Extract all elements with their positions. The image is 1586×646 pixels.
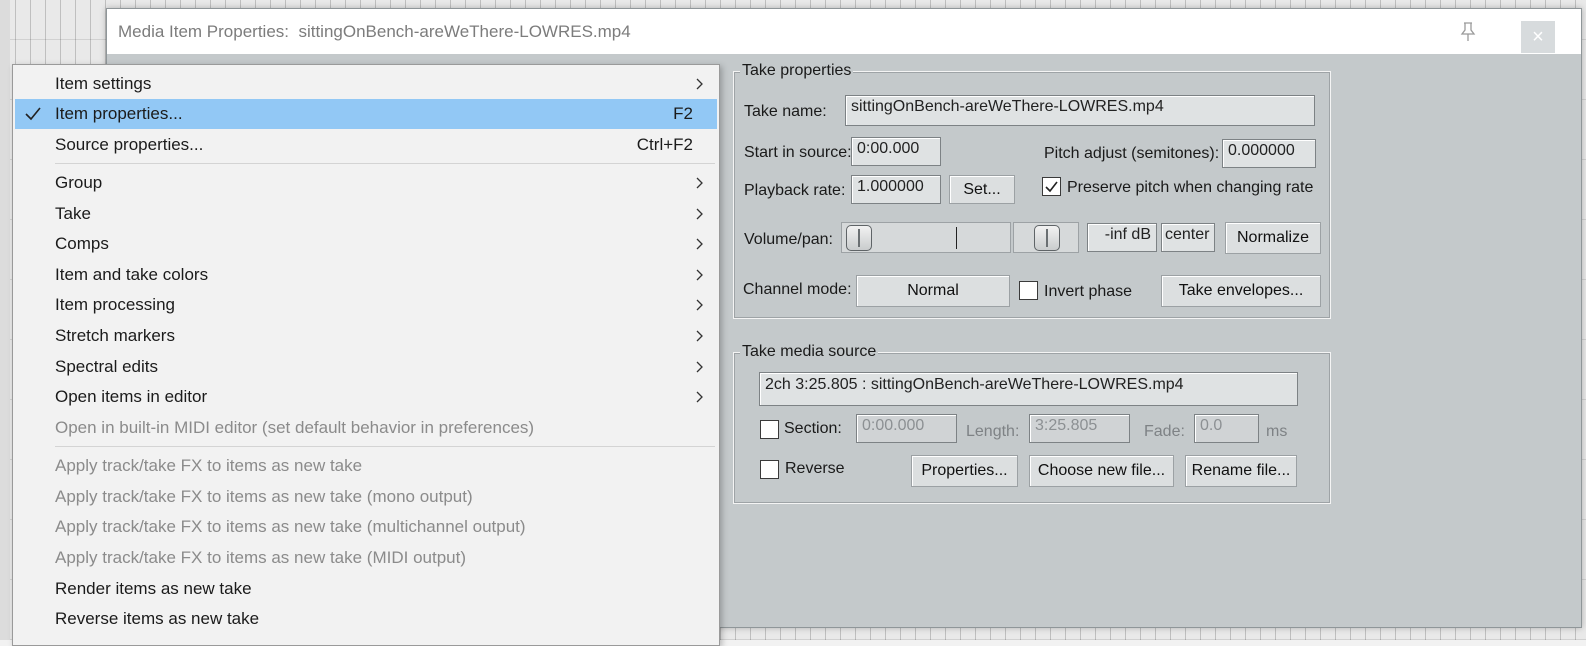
menu-item-render-items-new-take[interactable]: Render items as new take (15, 574, 717, 604)
chevron-right-icon (696, 238, 703, 250)
invert-phase-checkbox[interactable] (1019, 281, 1038, 300)
take-media-source-label: Take media source (740, 343, 879, 361)
menu-item-comps[interactable]: Comps (15, 229, 717, 259)
pan-slider[interactable] (1013, 222, 1079, 253)
volume-db-display[interactable]: -inf dB (1087, 223, 1157, 252)
fade-unit-label: ms (1266, 423, 1288, 440)
menu-item-open-items-in-editor[interactable]: Open items in editor (15, 382, 717, 412)
channel-mode-dropdown[interactable]: Normal (856, 275, 1010, 307)
chevron-right-icon (696, 177, 703, 189)
chevron-right-icon (696, 299, 703, 311)
pin-icon[interactable] (1459, 21, 1477, 43)
menu-item-open-in-midi-editor[interactable]: Open in built-in MIDI editor (set defaul… (15, 413, 717, 443)
invert-phase-label[interactable]: Invert phase (1044, 283, 1132, 301)
menu-item-reverse-items-new-take[interactable]: Reverse items as new take (15, 604, 717, 634)
volume-slider-knob[interactable] (846, 225, 872, 251)
volume-unity-tick (956, 227, 957, 249)
chevron-right-icon (696, 78, 703, 90)
volume-slider[interactable] (841, 222, 1011, 253)
menu-item-source-properties[interactable]: Source properties... Ctrl+F2 (15, 130, 717, 160)
source-properties-button[interactable]: Properties... (911, 455, 1018, 487)
pitch-adjust-label: Pitch adjust (semitones): (1044, 145, 1220, 162)
take-envelopes-button[interactable]: Take envelopes... (1161, 275, 1321, 307)
set-rate-button[interactable]: Set... (949, 175, 1015, 204)
item-context-menu: Item settings Item properties... F2 Sour… (12, 64, 720, 646)
reverse-checkbox[interactable] (760, 460, 779, 479)
pan-slider-knob[interactable] (1034, 225, 1060, 251)
source-info-display: 2ch 3:25.805 : sittingOnBench-areWeThere… (759, 372, 1298, 406)
length-label: Length: (966, 423, 1020, 440)
chevron-right-icon (696, 330, 703, 342)
chevron-right-icon (696, 269, 703, 281)
menu-item-apply-fx-new-take[interactable]: Apply track/take FX to items as new take (15, 451, 717, 481)
menu-item-spectral-edits[interactable]: Spectral edits (15, 352, 717, 382)
preserve-pitch-label[interactable]: Preserve pitch when changing rate (1067, 179, 1313, 197)
take-properties-label: Take properties (740, 62, 854, 80)
menu-item-stretch-markers[interactable]: Stretch markers (15, 321, 717, 351)
menu-item-apply-fx-mono[interactable]: Apply track/take FX to items as new take… (15, 482, 717, 512)
choose-new-file-button[interactable]: Choose new file... (1029, 455, 1174, 487)
checkmark-icon (25, 107, 41, 121)
menu-separator (55, 446, 715, 447)
menu-item-item-processing[interactable]: Item processing (15, 290, 717, 320)
preserve-pitch-checkbox[interactable] (1042, 177, 1061, 196)
menu-separator (55, 163, 715, 164)
section-start-input[interactable]: 0:00.000 (856, 414, 957, 443)
menu-item-item-settings[interactable]: Item settings (15, 69, 717, 99)
checkmark-icon (1045, 181, 1058, 193)
start-in-source-input[interactable]: 0:00.000 (851, 137, 941, 166)
menu-item-apply-fx-midi[interactable]: Apply track/take FX to items as new take… (15, 543, 717, 573)
menu-item-item-properties[interactable]: Item properties... F2 (15, 99, 717, 129)
take-name-label: Take name: (744, 103, 827, 120)
close-button[interactable]: × (1521, 21, 1555, 53)
playback-rate-input[interactable]: 1.000000 (851, 175, 941, 204)
dialog-titlebar[interactable]: Media Item Properties: sittingOnBench-ar… (107, 9, 1581, 54)
shortcut-label: Ctrl+F2 (636, 135, 693, 154)
menu-item-item-and-take-colors[interactable]: Item and take colors (15, 260, 717, 290)
start-in-source-label: Start in source: (744, 144, 852, 161)
menu-item-group[interactable]: Group (15, 168, 717, 198)
chevron-right-icon (696, 391, 703, 403)
track-panel-edge (0, 0, 10, 640)
reverse-label[interactable]: Reverse (785, 460, 845, 478)
section-checkbox[interactable] (760, 420, 779, 439)
menu-item-take[interactable]: Take (15, 199, 717, 229)
volume-pan-label: Volume/pan: (744, 231, 833, 248)
rename-file-button[interactable]: Rename file... (1185, 455, 1297, 487)
channel-mode-label: Channel mode: (743, 281, 852, 298)
normalize-button[interactable]: Normalize (1225, 222, 1321, 254)
dialog-title: Media Item Properties: sittingOnBench-ar… (118, 22, 631, 41)
take-name-input[interactable]: sittingOnBench-areWeThere-LOWRES.mp4 (845, 95, 1315, 126)
fade-input[interactable]: 0.0 (1194, 414, 1259, 443)
playback-rate-label: Playback rate: (744, 182, 846, 199)
chevron-right-icon (696, 208, 703, 220)
length-input[interactable]: 3:25.805 (1029, 414, 1130, 443)
pan-display[interactable]: center (1161, 223, 1215, 252)
shortcut-label: F2 (673, 104, 693, 123)
section-label[interactable]: Section: (784, 420, 842, 438)
menu-item-apply-fx-multichannel[interactable]: Apply track/take FX to items as new take… (15, 512, 717, 542)
fade-label: Fade: (1144, 423, 1185, 440)
pitch-adjust-input[interactable]: 0.000000 (1222, 139, 1316, 168)
chevron-right-icon (696, 361, 703, 373)
